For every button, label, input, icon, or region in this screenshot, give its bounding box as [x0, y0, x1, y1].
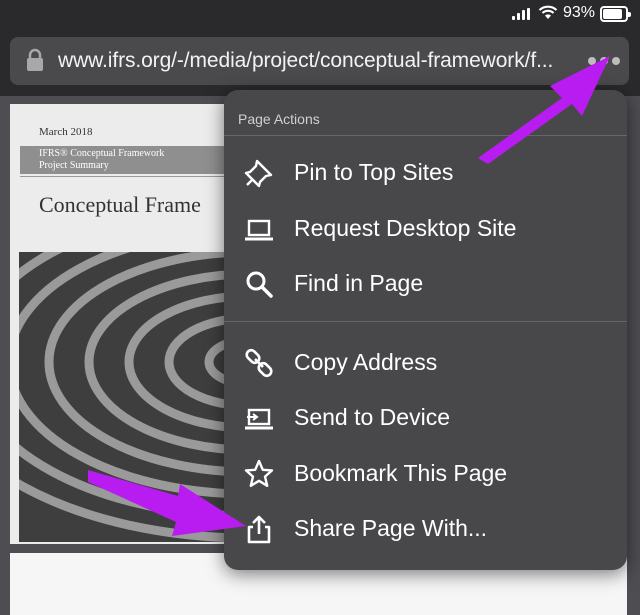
menu-item-send-to-device[interactable]: Send to Device [224, 390, 627, 445]
status-bar: 93% [0, 0, 640, 28]
link-icon [245, 348, 273, 378]
menu-item-label: Find in Page [294, 270, 424, 296]
document-band-line-1: IFRS® Conceptual Framework [39, 148, 165, 159]
menu-item-bookmark-this-page[interactable]: Bookmark This Page [224, 446, 627, 501]
share-icon [247, 515, 271, 544]
annotation-arrow-bottom [88, 470, 246, 536]
menu-item-label: Bookmark This Page [294, 460, 508, 486]
menu-item-copy-address[interactable]: Copy Address [224, 335, 627, 390]
menu-header: Page Actions [238, 111, 320, 127]
cellular-signal-icon [512, 8, 532, 20]
menu-item-find-in-page[interactable]: Find in Page [224, 256, 627, 311]
menu-item-label: Copy Address [294, 349, 438, 375]
menu-item-share-page-with[interactable]: Share Page With... [224, 501, 627, 556]
menu-item-label: Pin to Top Sites [294, 159, 454, 185]
wifi-icon [538, 5, 558, 19]
battery-percentage: 93% [563, 4, 596, 21]
pin-icon [244, 159, 273, 188]
menu-item-label: Share Page With... [294, 515, 488, 541]
menu-divider [224, 321, 627, 322]
document-band-line-2: Project Summary [39, 160, 109, 171]
battery-icon [600, 6, 631, 22]
laptop-icon [245, 219, 273, 241]
menu-item-label: Send to Device [294, 404, 450, 430]
annotation-arrow-top [478, 56, 610, 164]
send-to-device-icon [245, 408, 273, 430]
menu-item-request-desktop-site[interactable]: Request Desktop Site [224, 201, 627, 256]
document-heading: Conceptual Frame [39, 192, 201, 217]
menu-item-label: Request Desktop Site [294, 215, 517, 241]
star-icon [244, 459, 274, 487]
search-icon [246, 271, 273, 298]
lock-icon [27, 48, 43, 71]
document-date: March 2018 [39, 126, 93, 138]
